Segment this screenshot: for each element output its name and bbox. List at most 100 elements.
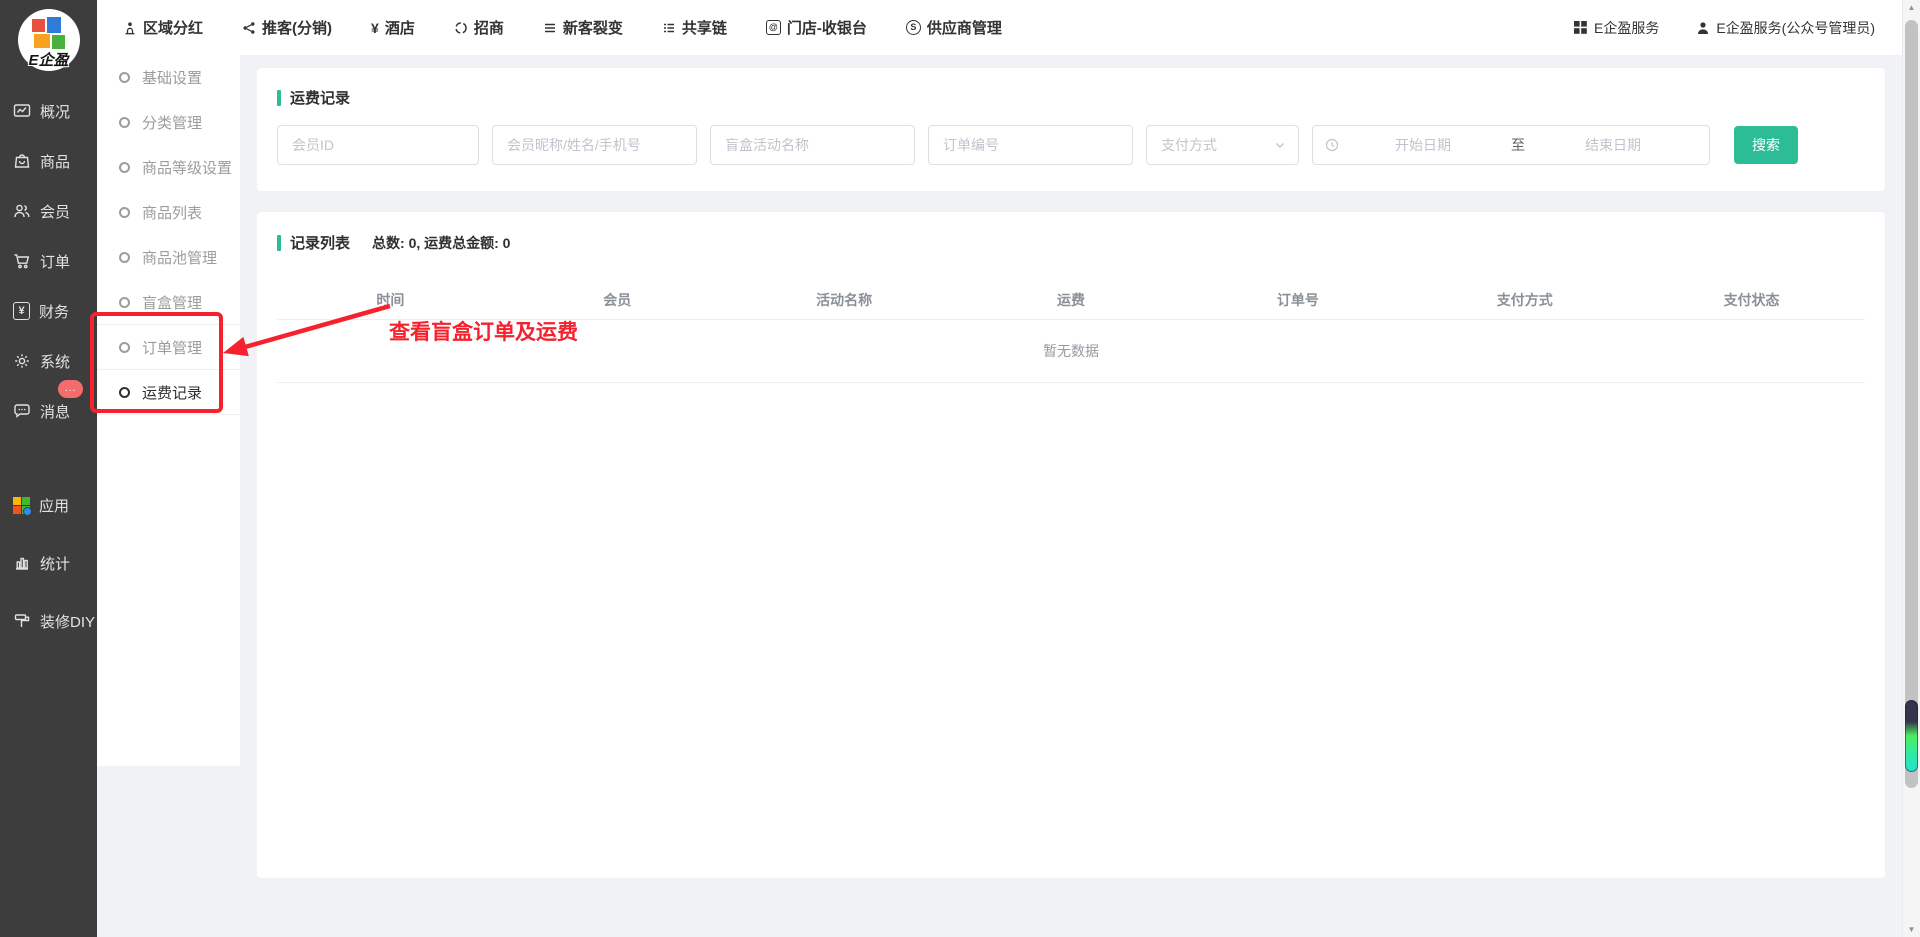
sidebar-item-label: 装修DIY <box>40 611 95 632</box>
topnav-service-menu[interactable]: E企盈服务 <box>1573 18 1659 38</box>
topnav-item-share-chain[interactable]: 共享链 <box>662 17 727 38</box>
topnav-item-label: 供应商管理 <box>927 17 1002 38</box>
sidebar-item-label: 统计 <box>40 553 70 574</box>
records-summary: 总数: 0, 运费总金额: 0 <box>372 233 510 253</box>
submenu-item-goods-pool[interactable]: 商品池管理 <box>97 235 240 280</box>
submenu-item-order-mgmt[interactable]: 订单管理 <box>97 325 240 370</box>
chevron-down-icon <box>1274 139 1286 151</box>
topnav-item-label: 招商 <box>474 17 504 38</box>
topnav-item-label: 区域分红 <box>143 17 203 38</box>
column-header: 支付方式 <box>1411 290 1638 310</box>
date-range-picker[interactable]: 开始日期 至 结束日期 <box>1312 125 1710 165</box>
submenu-item-label: 商品列表 <box>142 202 202 223</box>
submenu-item-label: 商品池管理 <box>142 247 217 268</box>
topnav-item-investment[interactable]: 招商 <box>454 17 504 38</box>
topnav-item-distribution[interactable]: 推客(分销) <box>242 17 332 38</box>
topnav-item-region-dividend[interactable]: 区域分红 <box>123 17 203 38</box>
circle-icon <box>119 72 130 83</box>
submenu-item-label: 基础设置 <box>142 67 202 88</box>
submenu-item-category[interactable]: 分类管理 <box>97 100 240 145</box>
sidebar-item-goods[interactable]: 商品 <box>0 136 97 186</box>
circle-icon <box>119 342 130 353</box>
primary-nav: 概况 商品 会员 订单 ¥ 财务 系统 消息 ... <box>0 86 97 436</box>
submenu-item-basic-settings[interactable]: 基础设置 <box>97 55 240 100</box>
system-icon <box>13 352 31 370</box>
orders-icon <box>13 252 31 270</box>
search-button[interactable]: 搜索 <box>1734 126 1798 164</box>
page-scrollbar[interactable]: ▲ ▼ <box>1902 0 1920 937</box>
sidebar-item-label: 系统 <box>40 351 70 372</box>
column-header: 运费 <box>958 290 1185 310</box>
top-navbar: 区域分红 推客(分销) ¥ 酒店 招商 新客裂变 共享链 @ 门店-收银台 S … <box>97 0 1902 55</box>
at-square-icon: @ <box>766 20 781 35</box>
logo-block-green <box>52 35 65 49</box>
circle-icon <box>119 387 130 398</box>
scroll-up-icon[interactable]: ▲ <box>1903 3 1920 12</box>
share-icon <box>242 21 256 35</box>
empty-state: 暂无数据 <box>277 320 1865 383</box>
primary-nav-lower: 应用 统计 装修DIY <box>0 480 97 646</box>
topnav-item-label: 共享链 <box>682 17 727 38</box>
pay-method-select[interactable]: 支付方式 <box>1146 125 1299 165</box>
clock-icon <box>1325 138 1339 152</box>
member-name-input[interactable] <box>492 125 697 165</box>
date-end-placeholder: 结束日期 <box>1529 135 1697 155</box>
circle-icon <box>119 117 130 128</box>
brand-name: E企盈 <box>18 49 80 70</box>
logo-block-red <box>32 19 45 32</box>
order-no-input[interactable] <box>928 125 1133 165</box>
message-badge: ... <box>58 380 83 398</box>
freight-search-panel: 运费记录 支付方式 开始日期 至 结束日期 搜索 <box>257 68 1885 191</box>
sidebar-item-stats[interactable]: 统计 <box>0 538 97 588</box>
s-circle-icon: S <box>906 20 921 35</box>
scroll-down-icon[interactable]: ▼ <box>1903 925 1920 934</box>
members-icon <box>13 202 31 220</box>
submenu-item-goods-level[interactable]: 商品等级设置 <box>97 145 240 190</box>
panel-title: 运费记录 <box>290 87 350 108</box>
primary-sidebar: E企盈 概况 商品 会员 订单 ¥ 财务 系统 消息 <box>0 0 97 937</box>
submenu-item-blindbox[interactable]: 盲盒管理 <box>97 280 240 325</box>
scrollbar-thumb[interactable] <box>1905 20 1918 788</box>
submenu-item-freight-records[interactable]: 运费记录 <box>97 370 240 415</box>
message-icon <box>13 402 31 420</box>
panel-title: 记录列表 <box>290 232 350 253</box>
topnav-account-menu[interactable]: E企盈服务(公众号管理员) <box>1696 18 1875 38</box>
sidebar-item-members[interactable]: 会员 <box>0 186 97 236</box>
sidebar-item-messages[interactable]: 消息 ... <box>0 386 97 436</box>
topnav-right: E企盈服务 E企盈服务(公众号管理员) <box>1573 18 1875 38</box>
accent-bar <box>277 90 281 106</box>
sidebar-item-system[interactable]: 系统 <box>0 336 97 386</box>
cycle-icon <box>454 21 468 35</box>
records-table-header: 时间 会员 活动名称 运费 订单号 支付方式 支付状态 <box>277 280 1865 320</box>
sidebar-item-overview[interactable]: 概况 <box>0 86 97 136</box>
topnav-item-label: 推客(分销) <box>262 17 332 38</box>
sidebar-item-label: 订单 <box>40 251 70 272</box>
topnav-item-new-customer[interactable]: 新客裂变 <box>543 17 623 38</box>
circle-icon <box>119 252 130 263</box>
topnav-item-supplier[interactable]: S 供应商管理 <box>906 17 1002 38</box>
podium-icon <box>123 21 137 35</box>
sidebar-item-diy[interactable]: 装修DIY <box>0 596 97 646</box>
sidebar-item-label: 会员 <box>40 201 70 222</box>
topnav-item-label: 酒店 <box>385 17 415 38</box>
member-id-input[interactable] <box>277 125 479 165</box>
user-icon <box>1696 21 1710 35</box>
scroll-position-marker <box>1905 700 1918 772</box>
menu-lines-icon <box>543 21 557 35</box>
empty-text: 暂无数据 <box>1043 341 1099 361</box>
sidebar-item-finance[interactable]: ¥ 财务 <box>0 286 97 336</box>
topnav-item-label: E企盈服务 <box>1594 18 1659 38</box>
select-placeholder: 支付方式 <box>1161 135 1217 155</box>
logo-block-yellow <box>34 34 50 48</box>
brand-logo[interactable]: E企盈 <box>0 0 97 86</box>
sidebar-item-orders[interactable]: 订单 <box>0 236 97 286</box>
submenu-item-label: 订单管理 <box>142 337 202 358</box>
circle-icon <box>119 207 130 218</box>
topnav-item-label: E企盈服务(公众号管理员) <box>1716 18 1875 38</box>
sidebar-item-apps[interactable]: 应用 <box>0 480 97 530</box>
topnav-item-store-cashier[interactable]: @ 门店-收银台 <box>766 17 867 38</box>
sidebar-item-label: 财务 <box>39 301 69 322</box>
submenu-item-goods-list[interactable]: 商品列表 <box>97 190 240 235</box>
activity-name-input[interactable] <box>710 125 915 165</box>
topnav-item-hotel[interactable]: ¥ 酒店 <box>371 17 415 38</box>
